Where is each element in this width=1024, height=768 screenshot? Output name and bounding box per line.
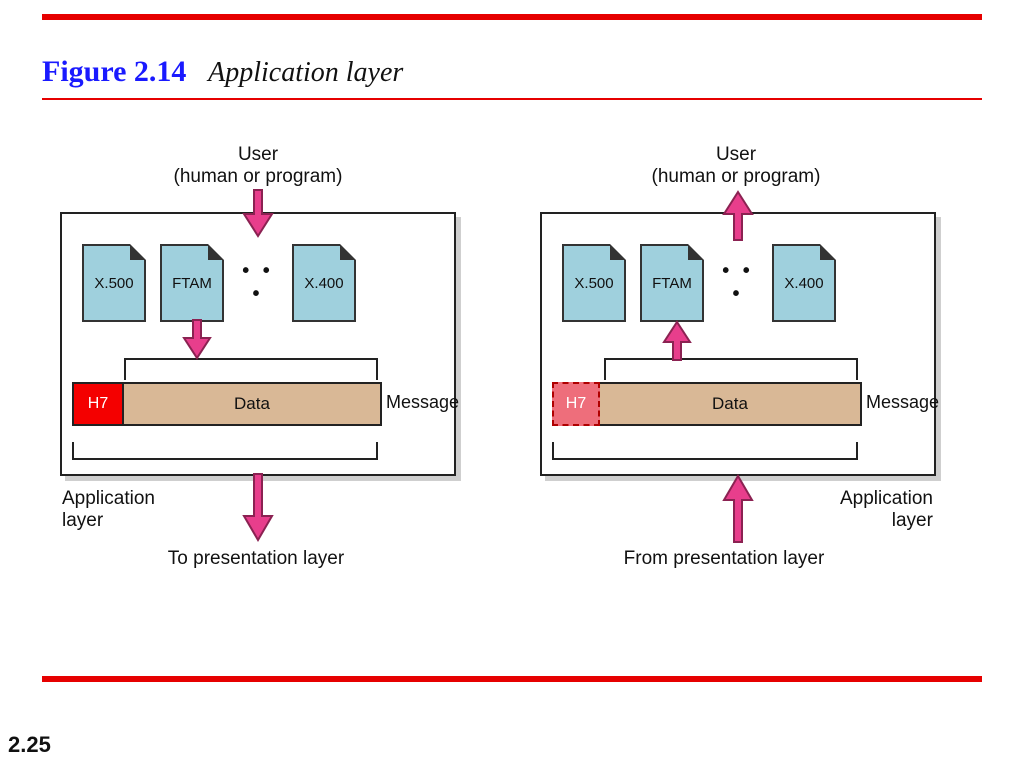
bottom-red-bar [42,676,982,682]
file-label: X.400 [304,275,343,292]
page-number: 2.25 [8,732,51,758]
top-bracket [124,358,378,380]
from-presentation-label: From presentation layer [594,548,854,570]
header-h7: H7 [74,384,124,424]
arrow-down-icon [184,320,210,360]
to-presentation-label: To presentation layer [126,548,386,570]
ellipsis-icon: • • • [238,260,278,306]
user-label-right: User (human or program) [636,144,836,188]
dogear-icon [610,244,626,260]
file-label: X.500 [574,275,613,292]
message-label: Message [386,392,459,413]
user-label-left: User (human or program) [158,144,358,188]
bottom-bracket [72,442,378,460]
data-block: Data [124,384,380,424]
bottom-bracket [552,442,858,460]
figure-number: Figure 2.14 [42,55,186,88]
dogear-icon [130,244,146,260]
header-h7-dashed: H7 [552,382,600,426]
app-layer-label-left: Application layer [62,488,155,532]
figure-title: Figure 2.14 Application layer [42,55,403,89]
file-x400: X.400 [292,244,356,322]
arrow-down-icon [244,190,272,240]
user-label-line1: User [636,144,836,166]
file-label: X.400 [784,275,823,292]
user-label-line1: User [158,144,358,166]
app-layer-label-right: Application layer [840,488,933,532]
segment-right: H7 Data Message [552,382,924,442]
arrow-up-icon [724,190,752,240]
arrow-up-icon [664,320,690,360]
segment-left: H7 Data Message [72,382,444,442]
files-row-left: X.500 FTAM • • • X.400 [82,244,434,322]
ellipsis-icon: • • • [718,260,758,306]
dogear-icon [340,244,356,260]
file-x400: X.400 [772,244,836,322]
file-x500: X.500 [562,244,626,322]
app-layer-line1: Application [840,488,933,510]
message-segment: H7 Data [72,382,382,426]
file-ftam: FTAM [160,244,224,322]
arrow-up-icon [724,474,752,542]
message-segment: H7 Data [552,382,862,426]
user-label-line2: (human or program) [158,166,358,188]
file-x500: X.500 [82,244,146,322]
file-label: X.500 [94,275,133,292]
file-ftam: FTAM [640,244,704,322]
app-layer-line2: layer [840,510,933,532]
thin-red-line [42,98,982,100]
data-block: Data [600,384,860,424]
app-layer-line2: layer [62,510,155,532]
figure-name: Application layer [208,57,403,88]
message-label: Message [866,392,939,413]
dogear-icon [820,244,836,260]
top-red-bar [42,14,982,20]
file-label: FTAM [172,275,212,292]
arrow-down-icon [244,474,272,542]
top-bracket [604,358,858,380]
files-row-right: X.500 FTAM • • • X.400 [562,244,914,322]
left-panel: X.500 FTAM • • • X.400 H7 Data Message [60,212,456,476]
app-layer-line1: Application [62,488,155,510]
user-label-line2: (human or program) [636,166,836,188]
right-panel: X.500 FTAM • • • X.400 H7 Data Message [540,212,936,476]
dogear-icon [688,244,704,260]
dogear-icon [208,244,224,260]
file-label: FTAM [652,275,692,292]
